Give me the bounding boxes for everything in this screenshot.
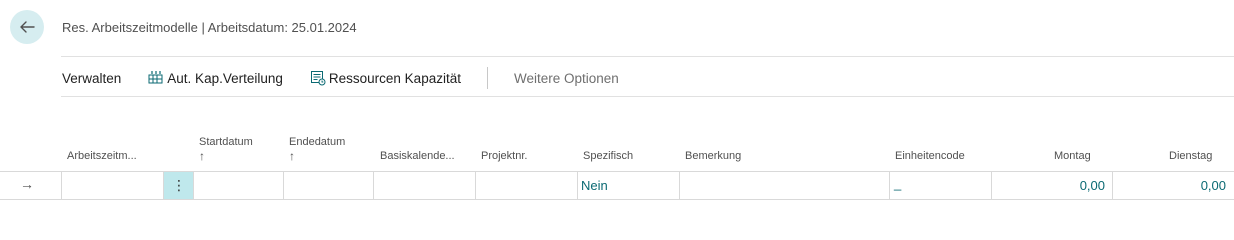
cell-bemerkung[interactable] (679, 172, 890, 199)
auto-capacity-distribution-button[interactable]: Aut. Kap.Verteilung (148, 70, 283, 86)
cell-dienstag[interactable]: 0,00 (1112, 172, 1234, 199)
endedatum-label: Endedatum (289, 136, 346, 148)
startdatum-label: Startdatum (199, 136, 253, 148)
dienstag-value: 0,00 (1200, 178, 1226, 193)
cell-endedatum[interactable] (283, 172, 374, 199)
column-header-projektnr[interactable]: Projektnr. (481, 150, 527, 162)
cell-projektnr[interactable] (475, 172, 578, 199)
more-options-button[interactable]: Weitere Optionen (514, 71, 619, 86)
cell-arbeitszeitmodell[interactable] (61, 172, 164, 199)
cell-startdatum[interactable] (193, 172, 284, 199)
column-header-montag[interactable]: Montag (1054, 150, 1091, 162)
column-header-spezifisch[interactable]: Spezifisch (583, 150, 633, 162)
column-header-endedatum[interactable]: Endedatum ↑ (289, 136, 345, 162)
arrow-left-icon (20, 21, 35, 33)
spezifisch-value: Nein (581, 178, 608, 193)
column-header-bemerkung[interactable]: Bemerkung (685, 150, 741, 162)
cell-basiskalender[interactable] (373, 172, 476, 199)
resource-capacity-button[interactable]: Ressourcen Kapazität (310, 70, 461, 86)
auto-capacity-label: Aut. Kap.Verteilung (167, 70, 283, 86)
cell-spezifisch[interactable]: Nein (577, 172, 680, 199)
sort-ascending-icon: ↑ (289, 149, 295, 163)
table-row[interactable]: → ⋮ Nein _ 0,00 0,00 (0, 171, 1234, 200)
row-indicator-icon: → (20, 176, 34, 192)
back-button[interactable] (10, 10, 44, 44)
cell-einheitencode[interactable]: _ (889, 172, 992, 199)
einheitencode-value: _ (894, 176, 902, 191)
column-header-startdatum[interactable]: Startdatum ↑ (199, 136, 253, 162)
sort-ascending-icon: ↑ (199, 149, 205, 163)
divider (61, 96, 1234, 97)
cell-montag[interactable]: 0,00 (991, 172, 1113, 199)
capacity-grid-icon (148, 70, 164, 86)
column-header-arbeitszeitmodell[interactable]: Arbeitszeitm... (67, 150, 137, 162)
column-header-basiskalender[interactable]: Basiskalende... (380, 150, 455, 162)
montag-value: 0,00 (1079, 178, 1105, 193)
divider (61, 56, 1234, 57)
page-title: Res. Arbeitszeitmodelle | Arbeitsdatum: … (62, 20, 357, 35)
action-bar: Verwalten Aut. Kap.Verteilung Ressourcen… (62, 66, 619, 90)
manage-menu[interactable]: Verwalten (62, 71, 121, 86)
row-actions-menu-button[interactable]: ⋮ (163, 172, 194, 199)
resource-capacity-icon (310, 70, 326, 86)
column-header-dienstag[interactable]: Dienstag (1169, 150, 1212, 162)
column-header-einheitencode[interactable]: Einheitencode (895, 150, 965, 162)
resource-capacity-label: Ressourcen Kapazität (328, 70, 461, 86)
action-separator (486, 67, 488, 89)
